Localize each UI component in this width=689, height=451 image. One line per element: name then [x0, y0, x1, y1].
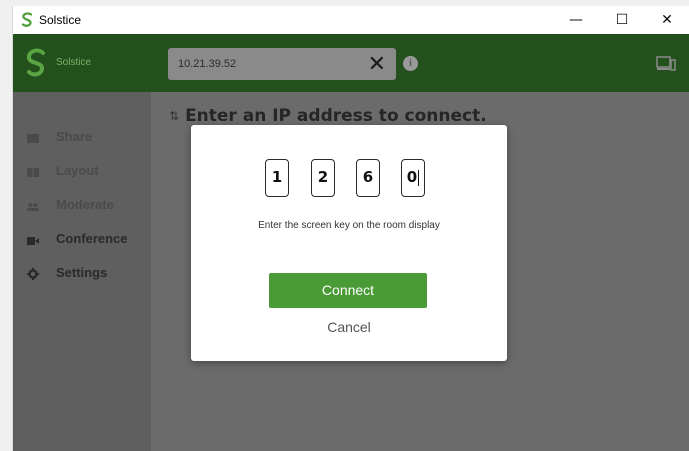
cancel-button[interactable]: Cancel [309, 319, 389, 337]
people-icon [27, 199, 39, 211]
sidebar-item-label: Moderate [56, 196, 114, 212]
app-name: Solstice [56, 57, 92, 68]
sidebar-item-layout[interactable]: Layout [13, 156, 151, 184]
screen-key-digit-1[interactable]: 1 [265, 159, 289, 197]
sidebar-item-label: Layout [56, 162, 99, 178]
screen-key-digit-4[interactable]: 0 [401, 159, 425, 197]
ip-address-value: 10.21.39.52 [178, 58, 237, 70]
window-title: Solstice [39, 13, 82, 27]
monitor-icon [27, 131, 39, 143]
app-header: Solstice 10.21.39.52 ✕ i [13, 34, 689, 92]
camera-icon [27, 233, 39, 245]
screen-key-digit-3[interactable]: 6 [356, 159, 380, 197]
layout-icon [27, 165, 39, 177]
connect-hint: ⇅ Enter an IP address to connect. [169, 106, 487, 126]
screen-key-dialog: 1 2 6 0 Enter the screen key on the room… [191, 125, 507, 361]
sidebar-item-label: Share [56, 128, 93, 144]
maximize-button[interactable]: ☐ [599, 6, 645, 34]
device-icon[interactable] [656, 56, 676, 71]
title-bar: Solstice — ☐ ✕ [13, 6, 689, 34]
sidebar-item-conference[interactable]: Conference [13, 224, 151, 252]
sidebar-item-share[interactable]: Share [13, 122, 151, 150]
screen-key-digit-2[interactable]: 2 [311, 159, 335, 197]
solstice-logo [25, 48, 47, 78]
solstice-logo-icon [21, 12, 35, 28]
sort-arrows-icon: ⇅ [169, 109, 180, 123]
sidebar-item-settings[interactable]: Settings [13, 258, 151, 286]
connect-hint-text: Enter an IP address to connect. [185, 106, 487, 126]
clear-ip-button[interactable]: ✕ [368, 51, 386, 77]
connect-button[interactable]: Connect [269, 273, 427, 308]
ip-address-input[interactable]: 10.21.39.52 ✕ [168, 48, 396, 80]
sidebar-item-label: Settings [56, 264, 108, 280]
screen-key-instructions: Enter the screen key on the room display [258, 220, 440, 231]
sidebar-item-label: Conference [56, 230, 128, 246]
minimize-button[interactable]: — [553, 6, 599, 34]
close-button[interactable]: ✕ [644, 6, 689, 34]
info-icon[interactable]: i [403, 56, 418, 71]
sidebar: Share Layout Moderate Conference Setting… [13, 92, 151, 451]
sidebar-item-moderate[interactable]: Moderate [13, 190, 151, 218]
screen-key-inputs: 1 2 6 0 [265, 159, 433, 197]
screen-key-digit-4-value: 0 [406, 168, 418, 186]
text-caret [418, 169, 420, 186]
gear-icon [27, 267, 39, 280]
app-window: Solstice — ☐ ✕ Solstice 10.21.39.52 ✕ i … [12, 6, 689, 451]
